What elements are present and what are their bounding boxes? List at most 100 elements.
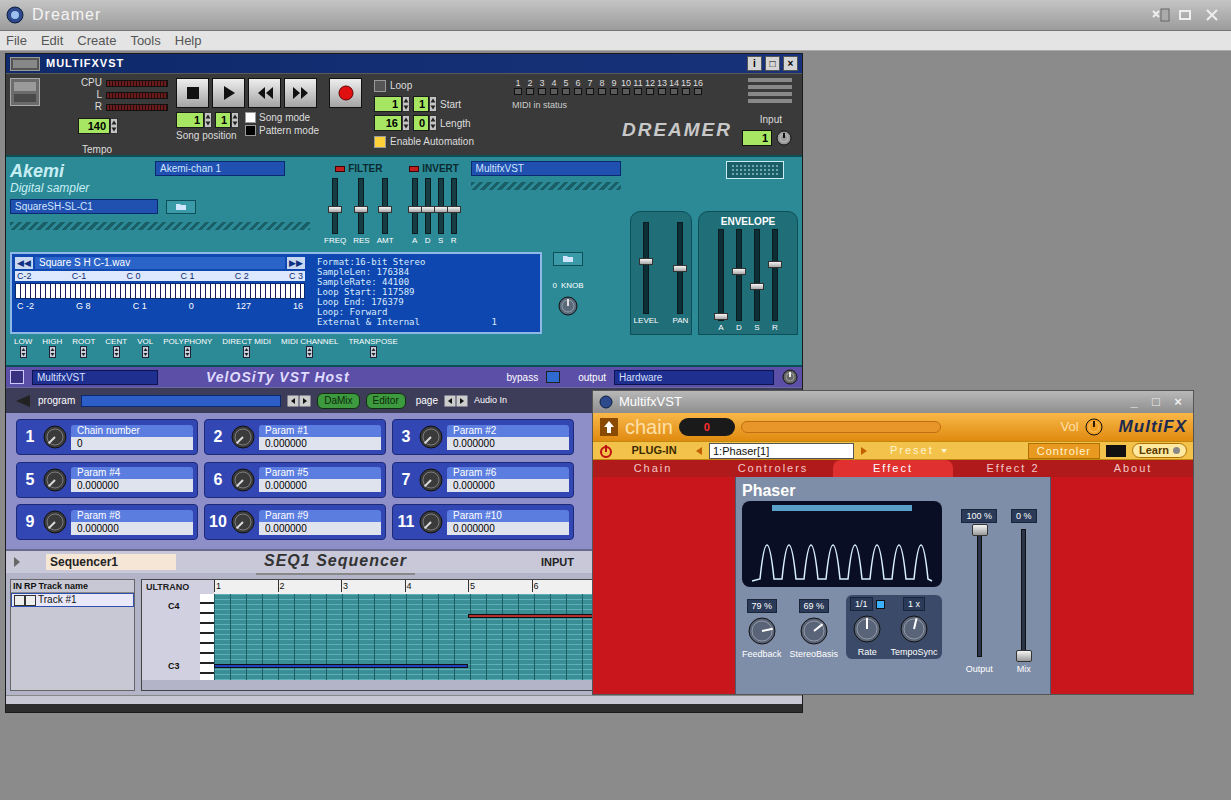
param-value[interactable]: 0.000000: [71, 522, 193, 535]
sampler-control[interactable]: CENT: [105, 337, 127, 358]
program-field[interactable]: [81, 395, 281, 407]
expand-icon[interactable]: [12, 556, 22, 568]
sampler-control[interactable]: DIRECT MIDI: [222, 337, 271, 358]
sampler-control[interactable]: VOL: [137, 337, 153, 358]
effect-knob-icon[interactable]: [800, 617, 828, 645]
bypass-checkbox[interactable]: [546, 371, 560, 383]
slider-handle[interactable]: [408, 206, 422, 213]
sample-name-field[interactable]: SquareSH-SL-C1: [10, 199, 158, 214]
plugin-title-button[interactable]: _: [1125, 394, 1143, 410]
start-bar-field[interactable]: 1: [374, 96, 402, 112]
fader-track[interactable]: [1021, 529, 1026, 657]
plugin-tab[interactable]: Controlers: [713, 460, 833, 477]
host-menu-icon[interactable]: [10, 370, 24, 384]
folder-icon[interactable]: [553, 252, 583, 266]
param-value[interactable]: 0.000000: [259, 437, 381, 450]
param-value[interactable]: 0.000000: [447, 479, 569, 492]
chain-display[interactable]: 0: [679, 418, 735, 436]
spin-arrows-icon[interactable]: [429, 115, 437, 131]
chain-up-icon[interactable]: [599, 417, 619, 437]
sampler-knob-icon[interactable]: [558, 296, 578, 316]
param-knob-icon[interactable]: [43, 468, 67, 492]
route-field[interactable]: MultifxVST: [471, 161, 621, 176]
output-knob-icon[interactable]: [782, 369, 798, 385]
slider-track[interactable]: [772, 229, 778, 321]
loop-row[interactable]: Loop: [374, 78, 504, 93]
host-name-field[interactable]: MultifxVST: [32, 370, 158, 385]
song-bar-field[interactable]: 1: [176, 112, 204, 128]
slider[interactable]: D: [736, 229, 742, 332]
preset-label[interactable]: Preset: [890, 442, 934, 459]
rack-title-button[interactable]: i: [747, 56, 762, 71]
song-beat-field[interactable]: 1: [215, 112, 231, 128]
record-button-icon[interactable]: [329, 78, 362, 108]
param-knob-icon[interactable]: [231, 425, 255, 449]
host-button[interactable]: Editor: [366, 393, 406, 409]
plugin-title-button[interactable]: □: [1147, 394, 1165, 410]
sync-checkbox[interactable]: [876, 600, 885, 609]
slider-track[interactable]: [643, 222, 649, 314]
spin-arrows-icon[interactable]: [113, 346, 120, 358]
rack-title-button[interactable]: □: [765, 56, 780, 71]
collapse-icon[interactable]: [12, 393, 32, 409]
prev-sample-button[interactable]: ◀◀: [15, 257, 33, 269]
menu-item[interactable]: Help: [175, 32, 202, 50]
slider[interactable]: A: [718, 229, 724, 332]
program-arrows-icon[interactable]: [287, 395, 311, 407]
param-knob-icon[interactable]: [43, 425, 67, 449]
automation-checkbox[interactable]: [374, 136, 386, 148]
sampler-control[interactable]: ROOT: [72, 337, 95, 358]
track-toggles-icon[interactable]: [14, 595, 36, 606]
spin-arrows-icon[interactable]: [370, 346, 377, 358]
effect-knob-icon[interactable]: [900, 615, 928, 643]
plugin-window[interactable]: MultifxVST_□×chain0VolMultiFXPLUG-IN1:Ph…: [592, 390, 1194, 695]
play-button-icon[interactable]: [212, 78, 245, 108]
spin-arrows-icon[interactable]: [231, 112, 239, 128]
slider-track[interactable]: [382, 178, 388, 234]
note[interactable]: [214, 664, 468, 668]
slider[interactable]: S: [438, 178, 444, 245]
slider-handle[interactable]: [378, 206, 392, 213]
learn-button[interactable]: Learn: [1132, 443, 1187, 458]
slider-handle[interactable]: [750, 283, 764, 290]
sampler-control[interactable]: MIDI CHANNEL: [281, 337, 338, 358]
param-value[interactable]: 0: [71, 437, 193, 450]
param-value[interactable]: 0.000000: [259, 522, 381, 535]
fader[interactable]: 0 %Mix: [1011, 509, 1037, 677]
plugin-tab[interactable]: About: [1073, 460, 1193, 477]
param-knob-icon[interactable]: [419, 510, 443, 534]
spin-arrows-icon[interactable]: [110, 118, 118, 134]
spin-arrows-icon[interactable]: [20, 346, 27, 358]
instance-name-field[interactable]: Akemi-chan 1: [155, 161, 285, 176]
slider-handle[interactable]: [354, 206, 368, 213]
param-value[interactable]: 0.000000: [447, 522, 569, 535]
mode-option[interactable]: Song mode: [245, 112, 319, 123]
spin-arrows-icon[interactable]: [142, 346, 149, 358]
preset-dropdown-icon[interactable]: [940, 447, 948, 455]
menu-item[interactable]: Edit: [41, 32, 63, 50]
restore-icon[interactable]: [1175, 7, 1197, 23]
rewind-button-icon[interactable]: [248, 78, 281, 108]
plugin-title-button[interactable]: ×: [1169, 394, 1187, 410]
slider[interactable]: PAN: [673, 222, 689, 334]
spin-arrows-icon[interactable]: [49, 346, 56, 358]
param-value[interactable]: 0.000000: [259, 479, 381, 492]
slider[interactable]: R: [772, 229, 778, 332]
next-sample-button[interactable]: ▶▶: [287, 257, 305, 269]
fader[interactable]: 100 %Output: [961, 509, 997, 677]
spin-arrows-icon[interactable]: [402, 115, 410, 131]
slider-handle[interactable]: [768, 261, 782, 268]
spin-arrows-icon[interactable]: [80, 346, 87, 358]
slider[interactable]: R: [451, 178, 457, 245]
slider-track[interactable]: [425, 178, 431, 234]
host-button[interactable]: DaMix: [317, 393, 359, 409]
spin-arrows-icon[interactable]: [402, 96, 410, 112]
spin-arrows-icon[interactable]: [306, 346, 313, 358]
output-field[interactable]: Hardware: [614, 370, 774, 385]
tempo-field[interactable]: 140: [78, 118, 110, 134]
next-plugin-icon[interactable]: [860, 446, 868, 456]
slider[interactable]: D: [425, 178, 431, 245]
spin-arrows-icon[interactable]: [429, 96, 437, 112]
stop-button-icon[interactable]: [176, 78, 209, 108]
slider-track[interactable]: [358, 178, 364, 234]
